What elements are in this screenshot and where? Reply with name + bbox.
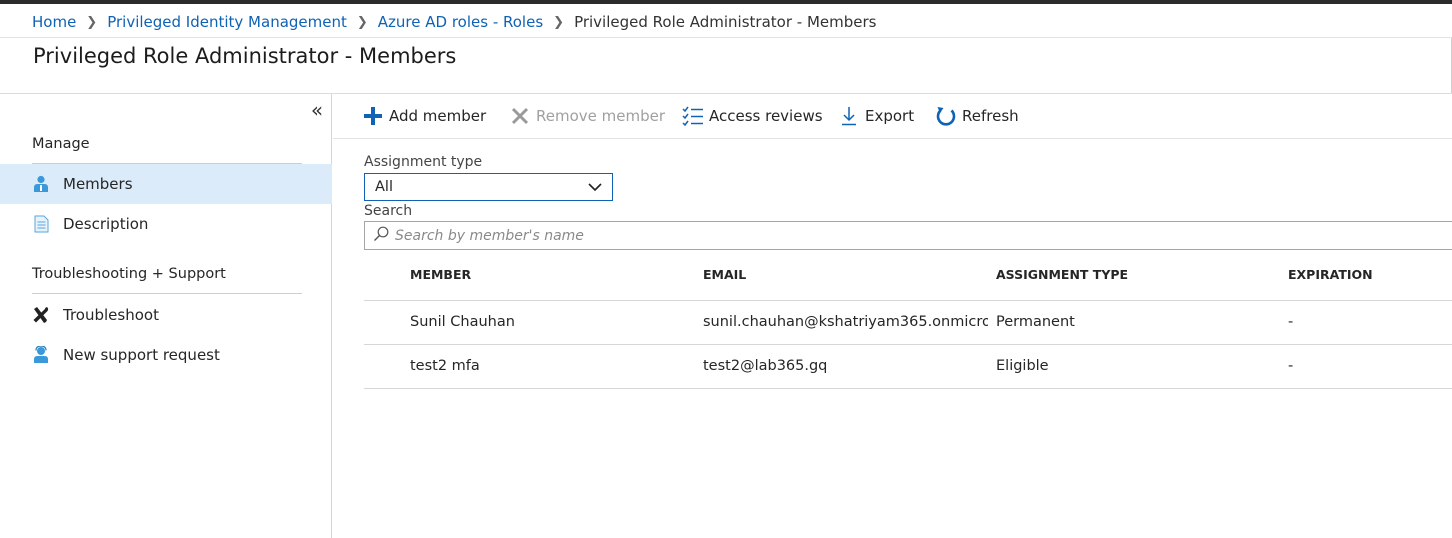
download-icon — [838, 105, 860, 127]
cell-member: test2 mfa — [410, 358, 480, 374]
sidebar-item-members[interactable]: Members — [0, 164, 332, 204]
cell-member: Sunil Chauhan — [410, 314, 515, 330]
column-header-assignment-type[interactable]: ASSIGNMENT TYPE — [996, 267, 1128, 282]
support-user-icon — [32, 346, 50, 364]
top-bar — [0, 0, 1452, 4]
cell-assignment-type: Permanent — [996, 314, 1075, 330]
section-heading-manage: Manage — [32, 136, 90, 152]
remove-member-label: Remove member — [536, 107, 666, 125]
chevron-right-icon: ❯ — [86, 14, 98, 30]
refresh-button[interactable]: Refresh — [935, 103, 1019, 129]
remove-member-button[interactable]: Remove member — [509, 103, 665, 129]
breadcrumb-home[interactable]: Home — [32, 13, 76, 31]
add-member-button[interactable]: Add member — [362, 103, 486, 129]
tools-icon — [32, 306, 50, 324]
table-row[interactable]: test2 mfa test2@lab365.gq Eligible - — [364, 345, 1452, 389]
breadcrumb-pim[interactable]: Privileged Identity Management — [107, 13, 347, 31]
assignment-type-value: All — [375, 179, 393, 195]
section-divider — [32, 293, 302, 294]
assignment-type-select[interactable]: All — [364, 173, 613, 201]
export-button[interactable]: Export — [838, 103, 914, 129]
header-divider — [0, 37, 1452, 38]
toolbar-divider — [333, 138, 1452, 139]
access-reviews-button[interactable]: Access reviews — [682, 103, 823, 129]
page-title: Privileged Role Administrator - Members — [33, 44, 457, 68]
close-icon — [509, 105, 531, 127]
access-reviews-label: Access reviews — [709, 107, 823, 125]
search-label: Search — [364, 203, 413, 219]
sidebar-item-new-support-request[interactable]: New support request — [0, 335, 332, 375]
table-row[interactable]: Sunil Chauhan sunil.chauhan@kshatriyam36… — [364, 301, 1452, 345]
sidebar-item-label: Description — [63, 215, 149, 233]
search-input[interactable] — [395, 227, 1295, 244]
chevron-right-icon: ❯ — [356, 14, 368, 30]
table-divider — [364, 388, 1452, 389]
cell-expiration: - — [1288, 314, 1294, 330]
sidebar-item-troubleshoot[interactable]: Troubleshoot — [0, 295, 332, 335]
plus-icon — [362, 105, 384, 127]
sidebar-item-label: Members — [63, 175, 133, 193]
cell-assignment-type: Eligible — [996, 358, 1049, 374]
section-heading-troubleshooting: Troubleshooting + Support — [32, 266, 226, 282]
sidebar-item-label: New support request — [63, 346, 220, 364]
refresh-icon — [935, 105, 957, 127]
assignment-type-label: Assignment type — [364, 154, 483, 170]
sidebar-item-description[interactable]: Description — [0, 204, 332, 244]
chevron-right-icon: ❯ — [553, 14, 565, 30]
add-member-label: Add member — [389, 107, 487, 125]
sidebar: « Manage Members Description Troubleshoo… — [0, 94, 332, 538]
breadcrumb: Home ❯ Privileged Identity Management ❯ … — [32, 12, 876, 32]
column-header-member[interactable]: MEMBER — [410, 267, 471, 282]
collapse-sidebar-button[interactable]: « — [306, 98, 328, 122]
user-icon — [32, 175, 50, 193]
column-header-expiration[interactable]: EXPIRATION — [1288, 267, 1373, 282]
cell-email: test2@lab365.gq — [703, 358, 828, 374]
sidebar-item-label: Troubleshoot — [63, 306, 159, 324]
breadcrumb-current: Privileged Role Administrator - Members — [574, 13, 877, 31]
cell-expiration: - — [1288, 358, 1294, 374]
breadcrumb-roles[interactable]: Azure AD roles - Roles — [378, 13, 543, 31]
checklist-icon — [682, 105, 704, 127]
refresh-label: Refresh — [962, 107, 1019, 125]
search-icon — [373, 226, 389, 246]
chevron-down-icon — [588, 180, 602, 198]
cell-email: sunil.chauhan@kshatriyam365.onmicro… — [703, 314, 988, 330]
export-label: Export — [865, 107, 915, 125]
column-header-email[interactable]: EMAIL — [703, 267, 746, 282]
search-field — [364, 221, 1452, 250]
document-icon — [32, 215, 50, 233]
